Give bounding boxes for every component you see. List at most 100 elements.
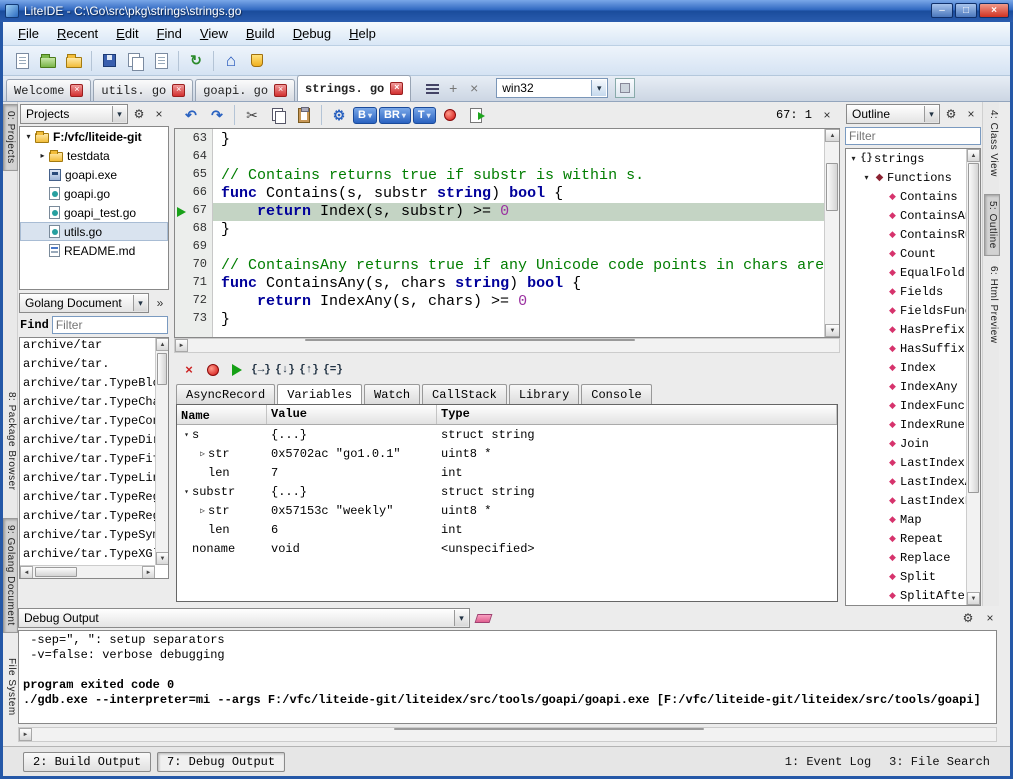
outline-close-button[interactable]: × (962, 105, 980, 123)
scroll-down-icon[interactable]: ▼ (967, 592, 980, 605)
projects-view-combo[interactable]: Projects ▾ (20, 104, 128, 124)
editor-vscrollbar[interactable]: ▲ ▼ (824, 129, 839, 337)
outline-item-hassuffix[interactable]: ◆HasSuffix (846, 339, 966, 358)
projects-close-button[interactable]: × (150, 105, 168, 123)
doc-item-archive-tar[interactable]: archive/tar. (20, 357, 155, 376)
output-view-combo[interactable]: Debug Output ▾ (18, 608, 470, 628)
doc-item-archive-tar-typerega[interactable]: archive/tar.TypeRegA (20, 509, 155, 528)
expander-icon[interactable]: ▾ (181, 430, 192, 440)
outline-item-lastindexfunc[interactable]: ◆LastIndexFunc (846, 491, 966, 510)
outline-item-lastindexany[interactable]: ◆LastIndexAny (846, 472, 966, 491)
output-settings-button[interactable]: ⚙ (959, 609, 977, 627)
cut-button[interactable]: ✂ (239, 103, 265, 127)
doc-item-archive-tar-typelink[interactable]: archive/tar.TypeLink (20, 471, 155, 490)
variable-row-s[interactable]: ▾s{...}struct string (177, 425, 837, 444)
variable-row-noname[interactable]: nonamevoid<unspecified> (177, 539, 837, 558)
debug-button[interactable] (437, 103, 463, 127)
outline-item-fieldsfunc[interactable]: ◆FieldsFunc (846, 301, 966, 320)
project-item-goapi-exe[interactable]: goapi.exe (20, 165, 168, 184)
variable-row-str[interactable]: ▷str0x57153c "weekly"uint8 * (177, 501, 837, 520)
expander-icon[interactable]: ▾ (861, 173, 872, 182)
editor-line-66[interactable]: 66func Contains(s, substr string) bool { (175, 185, 824, 203)
document-view-combo[interactable]: Golang Document ▾ (19, 293, 149, 313)
column-header-type[interactable]: Type (437, 405, 837, 424)
menu-item-help[interactable]: Help (340, 23, 385, 44)
outline-item-fields[interactable]: ◆Fields (846, 282, 966, 301)
expander-icon[interactable]: ▷ (197, 506, 208, 516)
scroll-down-icon[interactable]: ▼ (156, 552, 169, 565)
debug-tab-variables[interactable]: Variables (277, 384, 362, 405)
doc-filter-input[interactable] (52, 316, 168, 334)
step-over-button[interactable]: {→} (250, 360, 272, 380)
outline-settings-button[interactable]: ⚙ (942, 105, 960, 123)
variable-row-substr[interactable]: ▾substr{...}struct string (177, 482, 837, 501)
editor-line-67[interactable]: 67 return Index(s, substr) >= 0 (175, 203, 824, 221)
debug-tab-watch[interactable]: Watch (364, 384, 420, 404)
build-button[interactable]: B▾ (353, 107, 377, 124)
copy-button[interactable] (265, 103, 291, 127)
doc-item-archive-tar-typereg[interactable]: archive/tar.TypeReg (20, 490, 155, 509)
env-edit-button[interactable] (615, 78, 635, 98)
project-item-utils-go[interactable]: utils.go (20, 222, 168, 241)
env-combo[interactable]: win32 ▾ (496, 78, 608, 98)
side-tab-file-system[interactable]: File System (3, 652, 18, 722)
column-header-name[interactable]: Name (177, 405, 267, 424)
tab-close-icon[interactable]: × (70, 84, 83, 97)
menu-item-file[interactable]: File (9, 23, 48, 44)
debug-tab-callstack[interactable]: CallStack (422, 384, 507, 404)
debug-output-text[interactable]: -sep=", ": setup separators -v=false: ve… (18, 630, 997, 724)
outline-vscrollbar[interactable]: ▲ ▼ (966, 149, 980, 605)
build-config-button[interactable] (244, 49, 270, 73)
doc-item-archive-tar-typechar[interactable]: archive/tar.TypeChar (20, 395, 155, 414)
debug-tab-console[interactable]: Console (581, 384, 651, 404)
status-label-1-event-log[interactable]: 1: Event Log (785, 755, 871, 769)
outline-item-indexany[interactable]: ◆IndexAny (846, 377, 966, 396)
variable-row-str[interactable]: ▷str0x5702ac "go1.0.1"uint8 * (177, 444, 837, 463)
outline-view-combo[interactable]: Outline ▾ (846, 104, 940, 124)
continue-button[interactable] (226, 360, 248, 380)
editor-tab-utils-go[interactable]: utils. go× (93, 79, 193, 101)
menu-item-find[interactable]: Find (148, 23, 191, 44)
debug-tab-library[interactable]: Library (509, 384, 579, 404)
side-tab-8-package-browser[interactable]: 8: Package Browser (3, 386, 18, 497)
scroll-left-icon[interactable]: ◄ (20, 566, 33, 579)
doc-item-archive-tar-typedir[interactable]: archive/tar.TypeDir (20, 433, 155, 452)
build-settings-button[interactable]: ⚙ (326, 103, 352, 127)
scrollbar-thumb[interactable] (157, 353, 167, 385)
side-tab-4-class-view[interactable]: 4: Class View (984, 104, 1000, 183)
editor-tab-welcome[interactable]: Welcome× (6, 79, 91, 101)
outline-item-equalfold[interactable]: ◆EqualFold (846, 263, 966, 282)
scrollbar-thumb[interactable] (394, 728, 704, 730)
close-button[interactable]: × (979, 3, 1009, 18)
export-button[interactable] (463, 103, 489, 127)
outline-item-repeat[interactable]: ◆Repeat (846, 529, 966, 548)
open-file-button[interactable] (35, 49, 61, 73)
add-tab-button[interactable]: + (444, 79, 462, 97)
editor-line-63[interactable]: 63} (175, 131, 824, 149)
scrollbar-thumb[interactable] (826, 163, 838, 211)
projects-settings-button[interactable]: ⚙ (130, 105, 148, 123)
side-tab-0-projects[interactable]: 0: Projects (3, 104, 18, 171)
debug-tab-asyncrecord[interactable]: AsyncRecord (176, 384, 275, 404)
outline-item-contains[interactable]: ◆Contains (846, 187, 966, 206)
more-panels-button[interactable]: » (151, 294, 169, 312)
editor-close-button[interactable]: × (818, 106, 836, 124)
output-hscrollbar[interactable]: ◄ ► (18, 727, 997, 742)
editor-line-73[interactable]: 73} (175, 311, 824, 329)
status-button-2-build-output[interactable]: 2: Build Output (23, 752, 151, 772)
editor-line-64[interactable]: 64 (175, 149, 824, 167)
editor-line-70[interactable]: 70// ContainsAny returns true if any Uni… (175, 257, 824, 275)
side-tab-5-outline[interactable]: 5: Outline (984, 194, 1000, 256)
project-item-f-vfc-liteide-git[interactable]: ▾F:/vfc/liteide-git (20, 127, 168, 146)
outline-item-join[interactable]: ◆Join (846, 434, 966, 453)
editor-line-69[interactable]: 69 (175, 239, 824, 257)
clear-output-button[interactable] (474, 609, 492, 627)
outline-item-indexrune[interactable]: ◆IndexRune (846, 415, 966, 434)
step-out-button[interactable]: {↑} (298, 360, 320, 380)
outline-item-indexfunc[interactable]: ◆IndexFunc (846, 396, 966, 415)
step-into-button[interactable]: {↓} (274, 360, 296, 380)
scroll-up-icon[interactable]: ▲ (967, 149, 980, 162)
menu-item-debug[interactable]: Debug (284, 23, 340, 44)
outline-item-containsany[interactable]: ◆ContainsAny (846, 206, 966, 225)
scroll-up-icon[interactable]: ▲ (825, 129, 840, 142)
